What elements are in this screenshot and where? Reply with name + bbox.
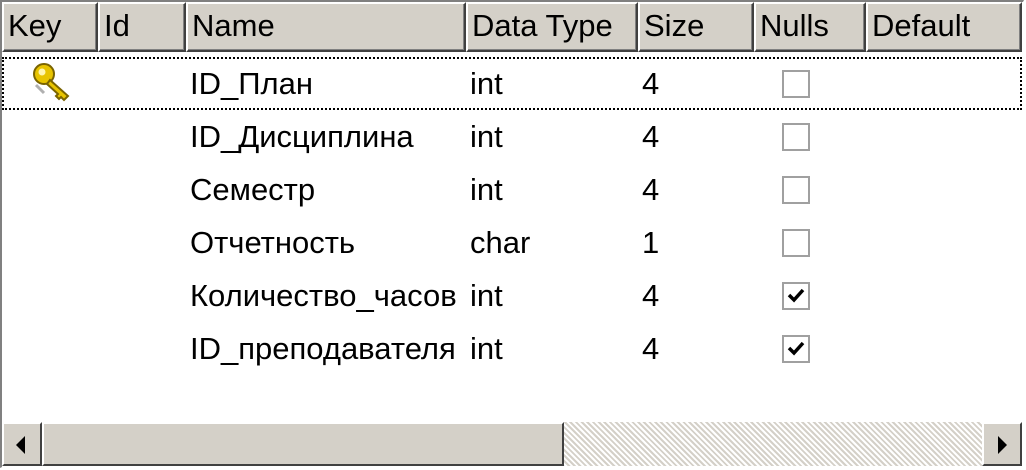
cell-size[interactable]: 4 [638, 110, 659, 163]
arrow-left-icon [16, 436, 25, 454]
cell-size[interactable]: 1 [638, 216, 659, 269]
checkmark-icon [787, 341, 805, 356]
scrollbar-thumb[interactable] [42, 422, 564, 466]
cell-data-type[interactable]: int [466, 163, 503, 216]
cell-data-type[interactable]: int [466, 110, 503, 163]
header-size[interactable]: Size [638, 2, 754, 52]
cell-name[interactable]: Семестр [186, 163, 315, 216]
nulls-checkbox[interactable] [782, 176, 810, 204]
nulls-checkbox[interactable] [782, 123, 810, 151]
column-rows: ID_План int 4 ID_Дисциплина int 4 Семестр int 4 О… [2, 52, 1022, 422]
cell-id[interactable] [98, 110, 102, 163]
cell-id[interactable] [98, 163, 102, 216]
column-header-row: Key Id Name Data Type Size Nulls Default [2, 2, 1022, 52]
cell-id[interactable] [98, 216, 102, 269]
cell-data-type[interactable]: int [466, 269, 503, 322]
arrow-right-icon [998, 436, 1007, 454]
cell-default[interactable] [866, 110, 870, 163]
header-key[interactable]: Key [2, 2, 98, 52]
cell-default[interactable] [866, 57, 870, 110]
nulls-checkbox[interactable] [782, 70, 810, 98]
table-row[interactable]: Семестр int 4 [2, 163, 1022, 216]
table-row[interactable]: ID_Дисциплина int 4 [2, 110, 1022, 163]
column-grid: Key Id Name Data Type Size Nulls Default… [0, 0, 1024, 468]
scroll-left-button[interactable] [2, 422, 42, 466]
cell-size[interactable]: 4 [638, 57, 659, 110]
cell-default[interactable] [866, 322, 870, 375]
cell-id[interactable] [98, 57, 102, 110]
table-row[interactable]: Количество_часов int 4 [2, 269, 1022, 322]
horizontal-scrollbar[interactable] [2, 422, 1022, 466]
cell-name[interactable]: Отчетность [186, 216, 355, 269]
cell-id[interactable] [98, 322, 102, 375]
nulls-checkbox[interactable] [782, 229, 810, 257]
checkmark-icon [787, 288, 805, 303]
scroll-right-button[interactable] [982, 422, 1022, 466]
key-icon [33, 63, 70, 102]
table-row[interactable]: ID_План int 4 [2, 57, 1022, 110]
cell-default[interactable] [866, 163, 870, 216]
cell-default[interactable] [866, 269, 870, 322]
header-data-type[interactable]: Data Type [466, 2, 638, 52]
cell-size[interactable]: 4 [638, 163, 659, 216]
cell-data-type[interactable]: char [466, 216, 530, 269]
cell-name[interactable]: ID_преподавателя [186, 322, 456, 375]
cell-name[interactable]: ID_План [186, 57, 313, 110]
cell-name[interactable]: ID_Дисциплина [186, 110, 414, 163]
table-row[interactable]: Отчетность char 1 [2, 216, 1022, 269]
cell-name[interactable]: Количество_часов [186, 269, 457, 322]
nulls-checkbox[interactable] [782, 335, 810, 363]
cell-default[interactable] [866, 216, 870, 269]
header-id[interactable]: Id [98, 2, 186, 52]
nulls-checkbox[interactable] [782, 282, 810, 310]
cell-data-type[interactable]: int [466, 322, 503, 375]
cell-id[interactable] [98, 269, 102, 322]
table-row[interactable]: ID_преподавателя int 4 [2, 322, 1022, 375]
header-nulls[interactable]: Nulls [754, 2, 866, 52]
header-default[interactable]: Default [866, 2, 1022, 52]
cell-data-type[interactable]: int [466, 57, 503, 110]
cell-size[interactable]: 4 [638, 269, 659, 322]
cell-size[interactable]: 4 [638, 322, 659, 375]
header-name[interactable]: Name [186, 2, 466, 52]
